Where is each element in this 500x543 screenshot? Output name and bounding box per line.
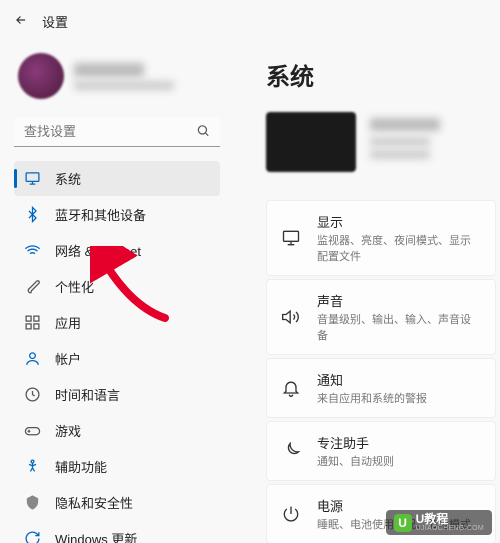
sidebar-item-brush[interactable]: 个性化 <box>14 269 220 304</box>
sound-icon <box>281 307 301 327</box>
shield-icon <box>24 494 41 511</box>
game-icon <box>24 422 41 439</box>
wifi-icon <box>24 242 41 259</box>
sidebar-item-label: 个性化 <box>55 277 94 296</box>
sidebar-item-label: 网络 & Internet <box>55 241 141 260</box>
sidebar-item-apps[interactable]: 应用 <box>14 305 220 340</box>
user-sub-blurred <box>74 81 174 90</box>
card-subtitle: 音量级别、输出、输入、声音设备 <box>317 311 481 343</box>
sidebar-item-bluetooth[interactable]: 蓝牙和其他设备 <box>14 197 220 232</box>
search-input[interactable] <box>14 117 220 147</box>
sidebar-item-access[interactable]: 辅助功能 <box>14 449 220 484</box>
sidebar-item-label: 蓝牙和其他设备 <box>55 205 146 224</box>
sidebar-item-system[interactable]: 系统 <box>14 161 220 196</box>
sidebar-item-label: 辅助功能 <box>55 457 107 476</box>
card-title: 声音 <box>317 291 481 310</box>
sidebar-item-label: 应用 <box>55 313 81 332</box>
brush-icon <box>24 278 41 295</box>
device-name-blurred <box>370 118 440 131</box>
page-title: 系统 <box>266 57 500 92</box>
card-title: 通知 <box>317 370 427 389</box>
sidebar-item-person[interactable]: 帐户 <box>14 341 220 376</box>
update-icon <box>24 530 41 543</box>
sidebar-item-label: 帐户 <box>55 349 81 368</box>
watermark-brand: U教程 <box>416 513 484 525</box>
card-title: 专注助手 <box>317 433 394 452</box>
moon-icon <box>281 441 301 461</box>
setting-card-display[interactable]: 显示监视器、亮度、夜间模式、显示配置文件 <box>266 200 496 276</box>
setting-card-sound[interactable]: 声音音量级别、输出、输入、声音设备 <box>266 279 496 355</box>
device-thumbnail <box>266 112 356 172</box>
card-subtitle: 来自应用和系统的警报 <box>317 390 427 406</box>
sidebar-item-game[interactable]: 游戏 <box>14 413 220 448</box>
bell-icon <box>281 378 301 398</box>
sidebar-item-update[interactable]: Windows 更新 <box>14 521 220 543</box>
user-name-blurred <box>74 63 144 77</box>
display-icon <box>281 228 301 248</box>
watermark: U U教程 UJIAOCHENG.COM <box>386 510 492 535</box>
card-title: 显示 <box>317 212 481 231</box>
device-sub-blurred <box>370 150 430 159</box>
person-icon <box>24 350 41 367</box>
setting-card-moon[interactable]: 专注助手通知、自动规则 <box>266 421 496 481</box>
back-button[interactable] <box>14 13 28 30</box>
card-subtitle: 监视器、亮度、夜间模式、显示配置文件 <box>317 232 481 264</box>
watermark-url: UJIAOCHENG.COM <box>416 525 484 532</box>
device-sub-blurred <box>370 137 430 146</box>
sidebar-item-label: 系统 <box>55 169 81 188</box>
apps-icon <box>24 314 41 331</box>
sidebar-item-shield[interactable]: 隐私和安全性 <box>14 485 220 520</box>
sidebar-item-wifi[interactable]: 网络 & Internet <box>14 233 220 268</box>
sidebar-item-label: 时间和语言 <box>55 385 120 404</box>
avatar <box>18 53 64 99</box>
user-profile[interactable] <box>14 43 220 111</box>
sidebar-item-label: Windows 更新 <box>55 529 137 543</box>
access-icon <box>24 458 41 475</box>
system-icon <box>24 170 41 187</box>
card-subtitle: 通知、自动规则 <box>317 453 394 469</box>
header-title: 设置 <box>42 12 68 31</box>
time-icon <box>24 386 41 403</box>
setting-card-bell[interactable]: 通知来自应用和系统的警报 <box>266 358 496 418</box>
sidebar-item-label: 游戏 <box>55 421 81 440</box>
power-icon <box>281 504 301 524</box>
device-info-block[interactable] <box>266 112 500 172</box>
bluetooth-icon <box>24 206 41 223</box>
search-icon <box>196 124 210 141</box>
sidebar-item-time[interactable]: 时间和语言 <box>14 377 220 412</box>
watermark-logo-icon: U <box>394 514 412 532</box>
sidebar-item-label: 隐私和安全性 <box>55 493 133 512</box>
